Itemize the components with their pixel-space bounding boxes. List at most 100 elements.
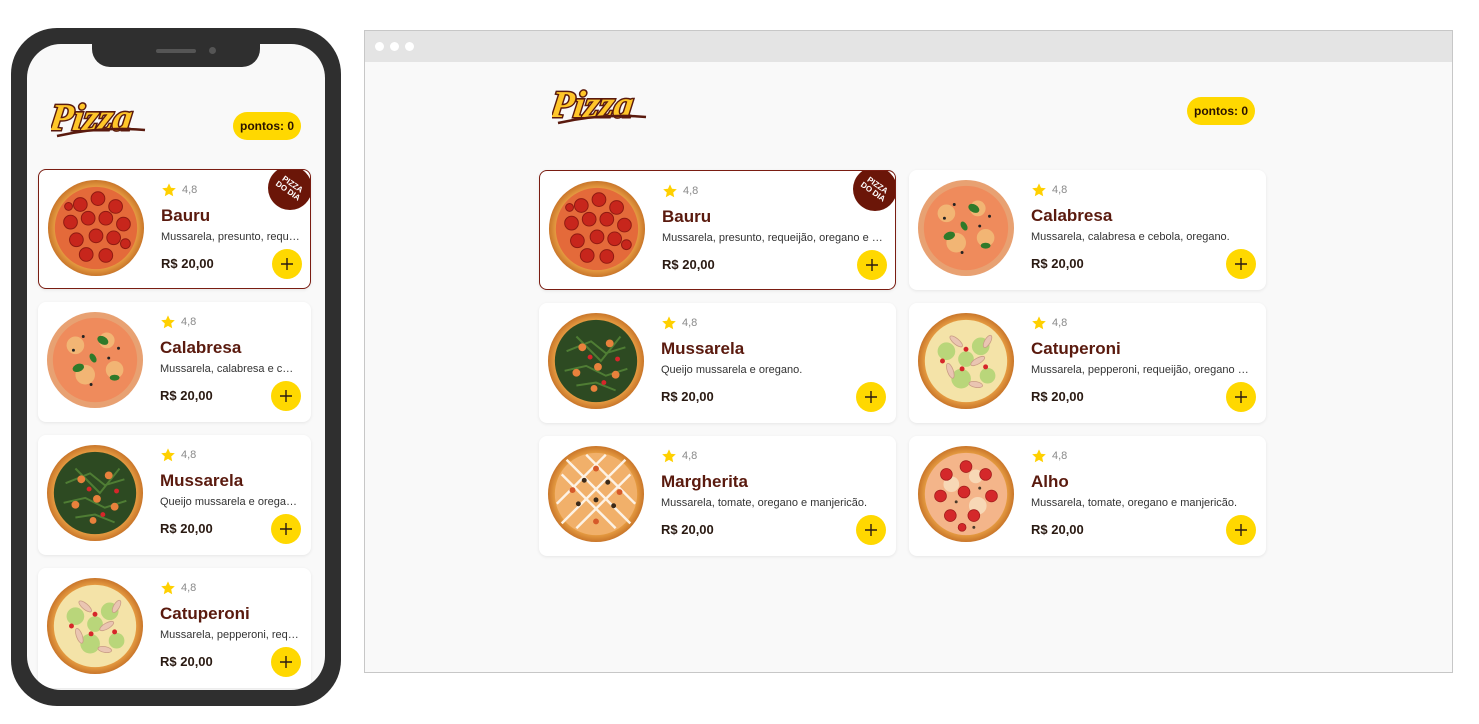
pizza-image[interactable] <box>917 445 1015 543</box>
product-description: Queijo mussarela e oregano. <box>160 496 299 508</box>
add-to-cart-button[interactable] <box>271 381 301 411</box>
rating: 4,8 <box>160 580 196 596</box>
phone-camera <box>209 47 216 54</box>
product-description: Mussarela, pepperoni, requeijão, oregano… <box>160 629 299 641</box>
plus-icon <box>280 390 292 402</box>
product-card[interactable]: 4,8 Bauru Mussarela, presunto, requeijão… <box>38 169 311 289</box>
product-name: Alho <box>1031 472 1069 491</box>
badge-label: PIZZA DO DIA <box>858 174 890 204</box>
add-to-cart-button[interactable] <box>271 514 301 544</box>
rating-value: 4,8 <box>182 184 198 196</box>
star-icon <box>1032 449 1046 463</box>
product-description: Mussarela, presunto, requeijão, oregano … <box>161 231 300 243</box>
star-icon <box>1032 183 1046 197</box>
pizza-image[interactable] <box>547 312 645 410</box>
product-name: Catuperoni <box>1031 339 1121 358</box>
add-to-cart-button[interactable] <box>1226 249 1256 279</box>
window-dot-icon[interactable] <box>375 42 384 51</box>
pizza-image[interactable] <box>548 180 646 278</box>
product-card[interactable]: 4,8 Catuperoni Mussarela, pepperoni, req… <box>909 303 1266 423</box>
product-price: R$ 20,00 <box>1031 522 1084 537</box>
plus-icon <box>865 524 877 536</box>
add-to-cart-button[interactable] <box>856 515 886 545</box>
browser-window: pontos: 0 4,8 Bauru Mussarela, presunto,… <box>364 30 1453 673</box>
product-description: Mussarela, pepperoni, requeijão, oregano… <box>1031 364 1254 376</box>
product-description: Mussarela, calabresa e cebola, oregano. <box>160 363 299 375</box>
plus-icon <box>1235 524 1247 536</box>
product-card[interactable]: 4,8 Mussarela Queijo mussarela e oregano… <box>539 303 896 423</box>
rating-value: 4,8 <box>1052 450 1068 462</box>
plus-icon <box>866 259 878 271</box>
add-to-cart-button[interactable] <box>1226 515 1256 545</box>
product-name: Calabresa <box>1031 206 1113 225</box>
pizza-image[interactable] <box>917 312 1015 410</box>
phone-speaker <box>156 49 196 53</box>
product-name: Catuperoni <box>160 604 250 623</box>
pizza-image[interactable] <box>47 179 145 277</box>
product-name: Calabresa <box>160 338 242 357</box>
product-price: R$ 20,00 <box>160 521 213 536</box>
phone-notch <box>92 43 260 67</box>
plus-icon <box>865 391 877 403</box>
product-price: R$ 20,00 <box>662 257 715 272</box>
product-price: R$ 20,00 <box>160 654 213 669</box>
product-card[interactable]: 4,8 Catuperoni Mussarela, pepperoni, req… <box>38 568 311 688</box>
product-price: R$ 20,00 <box>1031 389 1084 404</box>
product-price: R$ 20,00 <box>160 388 213 403</box>
product-card[interactable]: 4,8 Alho Mussarela, tomate, oregano e ma… <box>909 436 1266 556</box>
product-name: Bauru <box>161 206 211 225</box>
rating-value: 4,8 <box>1052 317 1068 329</box>
rating: 4,8 <box>662 183 698 199</box>
add-to-cart-button[interactable] <box>272 249 302 279</box>
phone-mockup: pontos: 0 4,8 Bauru Mussarela, presunto,… <box>11 28 341 706</box>
product-description: Mussarela, calabresa e cebola, oregano. <box>1031 231 1230 243</box>
rating: 4,8 <box>161 182 197 198</box>
product-name: Margherita <box>661 472 748 491</box>
product-card[interactable]: 4,8 Calabresa Mussarela, calabresa e ceb… <box>38 302 311 422</box>
rating: 4,8 <box>661 315 697 331</box>
product-card[interactable]: 4,8 Bauru Mussarela, presunto, requeijão… <box>539 170 896 290</box>
product-description: Mussarela, tomate, oregano e manjericão. <box>1031 497 1238 509</box>
rating-value: 4,8 <box>181 449 197 461</box>
add-to-cart-button[interactable] <box>857 250 887 280</box>
rating-value: 4,8 <box>682 317 698 329</box>
rating: 4,8 <box>1031 448 1067 464</box>
rating: 4,8 <box>1031 315 1067 331</box>
product-card[interactable]: 4,8 Margherita Mussarela, tomate, oregan… <box>539 436 896 556</box>
star-icon <box>161 315 175 329</box>
star-icon <box>1032 316 1046 330</box>
pizza-image[interactable] <box>917 179 1015 277</box>
add-to-cart-button[interactable] <box>856 382 886 412</box>
product-price: R$ 20,00 <box>161 256 214 271</box>
product-name: Bauru <box>662 207 712 226</box>
rating-value: 4,8 <box>1052 184 1068 196</box>
pizza-image[interactable] <box>46 311 144 409</box>
plus-icon <box>281 258 293 270</box>
product-name: Mussarela <box>661 339 745 358</box>
product-price: R$ 20,00 <box>661 522 714 537</box>
points-badge[interactable]: pontos: 0 <box>1187 97 1255 125</box>
star-icon <box>161 448 175 462</box>
pizza-image[interactable] <box>46 577 144 675</box>
product-card[interactable]: 4,8 Mussarela Queijo mussarela e oregano… <box>38 435 311 555</box>
points-badge[interactable]: pontos: 0 <box>233 112 301 140</box>
pizza-image[interactable] <box>547 445 645 543</box>
add-to-cart-button[interactable] <box>271 647 301 677</box>
rating-value: 4,8 <box>181 316 197 328</box>
pizza-logo[interactable] <box>51 96 149 148</box>
rating: 4,8 <box>160 314 196 330</box>
star-icon <box>662 449 676 463</box>
plus-icon <box>1235 258 1247 270</box>
plus-icon <box>1235 391 1247 403</box>
rating: 4,8 <box>661 448 697 464</box>
window-dot-icon[interactable] <box>405 42 414 51</box>
pizza-image[interactable] <box>46 444 144 542</box>
product-price: R$ 20,00 <box>1031 256 1084 271</box>
star-icon <box>161 581 175 595</box>
pizza-do-dia-badge: PIZZA DO DIA <box>853 171 895 211</box>
add-to-cart-button[interactable] <box>1226 382 1256 412</box>
product-name: Mussarela <box>160 471 244 490</box>
window-dot-icon[interactable] <box>390 42 399 51</box>
pizza-logo[interactable] <box>552 83 650 135</box>
product-card[interactable]: 4,8 Calabresa Mussarela, calabresa e ceb… <box>909 170 1266 290</box>
